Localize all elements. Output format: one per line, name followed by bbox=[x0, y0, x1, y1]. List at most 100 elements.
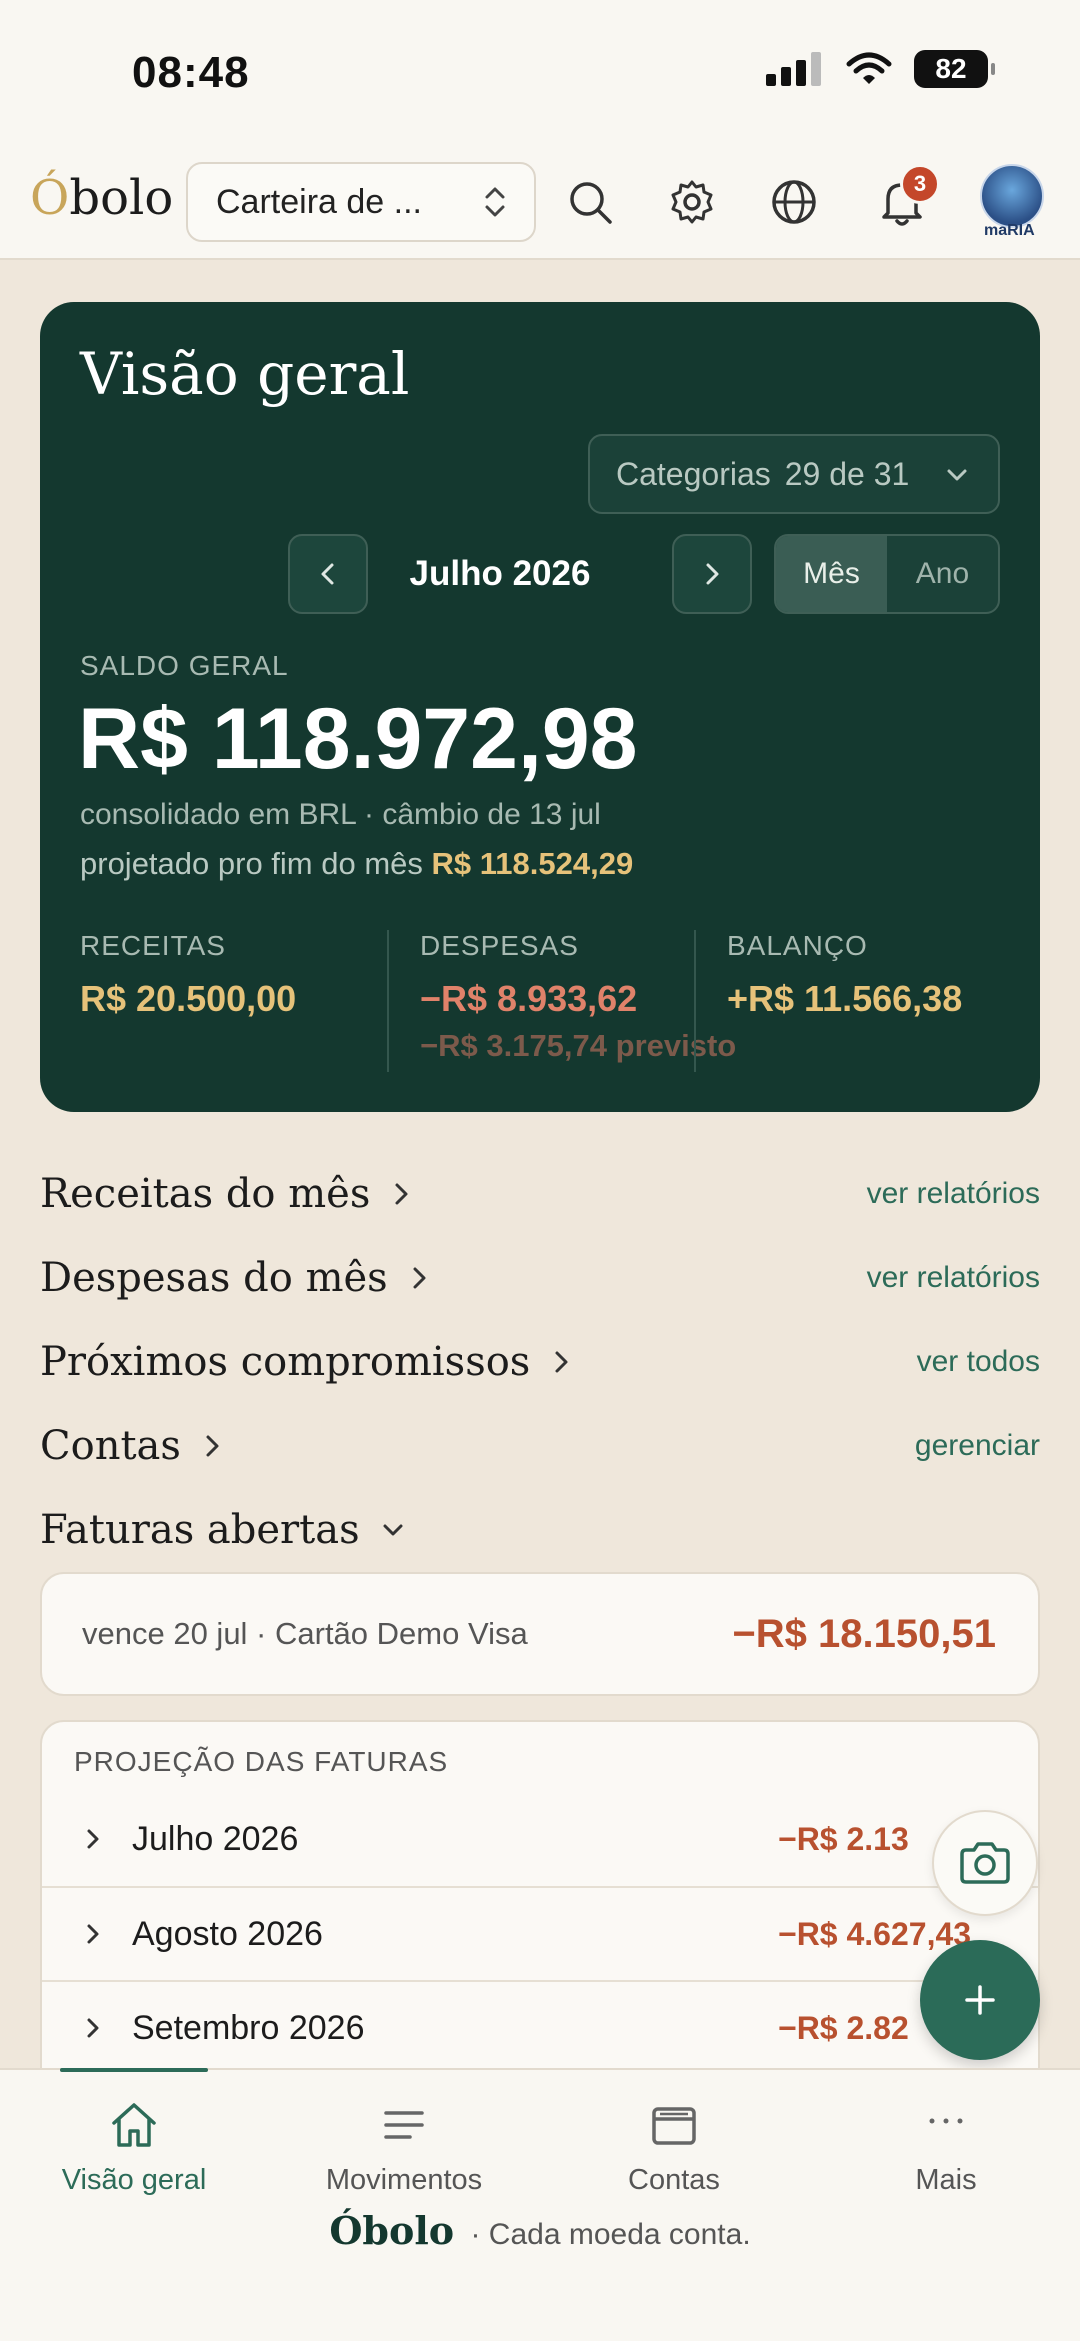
projection-value: −R$ 2.82 bbox=[778, 2009, 909, 2046]
faturas-section-title: Faturas abertas bbox=[40, 1507, 360, 1553]
globe-icon bbox=[772, 180, 816, 224]
chevron-right-icon bbox=[413, 1267, 426, 1289]
faturas-section-header[interactable]: Faturas abertas bbox=[40, 1500, 1040, 1560]
projection-month: Setembro 2026 bbox=[132, 2008, 365, 2047]
balanco-value: +R$ 11.566,38 bbox=[727, 978, 963, 1019]
contas-manage-link[interactable]: gerenciar bbox=[915, 1429, 1040, 1463]
projection-row[interactable]: Julho 2026 −R$ 2.13 bbox=[42, 1792, 1038, 1886]
notification-badge: 3 bbox=[900, 164, 940, 204]
wallet-selector-label: Carteira de ... bbox=[216, 182, 422, 221]
signal-icon bbox=[766, 52, 821, 86]
period-year-option[interactable]: Ano bbox=[887, 536, 998, 612]
chevron-right-icon bbox=[395, 1183, 408, 1205]
despesas-reports-link[interactable]: ver relatórios bbox=[867, 1261, 1040, 1295]
projected-note: projetado pro fim do mês R$ 118.524,29 bbox=[80, 846, 633, 882]
period-month-option[interactable]: Mês bbox=[776, 536, 887, 612]
receitas-reports-link[interactable]: ver relatórios bbox=[867, 1177, 1040, 1211]
projection-row[interactable]: Agosto 2026 −R$ 4.627,43 bbox=[42, 1886, 1038, 1980]
tab-label: Contas bbox=[628, 2164, 720, 2196]
tab-mais[interactable]: Mais bbox=[826, 2090, 1066, 2197]
wallet-selector[interactable]: Carteira de ... bbox=[186, 162, 536, 242]
footer-brand: Óbolo bbox=[329, 2208, 455, 2253]
plus-icon bbox=[965, 1985, 995, 2015]
tab-contas[interactable]: Contas bbox=[554, 2090, 794, 2197]
wallet-icon bbox=[652, 2107, 696, 2145]
period-toggle: Mês Ano bbox=[774, 534, 1000, 614]
battery-indicator: 82 bbox=[914, 50, 995, 88]
overview-card: Visão geral Categorias 29 de 31 Julho 20… bbox=[40, 302, 1040, 1112]
compromissos-section-title: Próximos compromissos bbox=[40, 1339, 531, 1385]
contas-section-header[interactable]: Contas gerenciar bbox=[40, 1416, 1040, 1476]
home-icon bbox=[112, 2103, 156, 2147]
projection-month: Julho 2026 bbox=[132, 1819, 299, 1858]
add-transaction-button[interactable] bbox=[920, 1940, 1040, 2060]
app-logo[interactable]: Óbolo bbox=[30, 170, 173, 226]
categories-label: Categorias bbox=[616, 455, 771, 492]
overview-title: Visão geral bbox=[80, 340, 410, 408]
projection-row[interactable]: Setembro 2026 −R$ 2.82 bbox=[42, 1980, 1038, 2074]
despesas-label: DESPESAS bbox=[420, 930, 579, 961]
saldo-value: R$ 118.972,98 bbox=[78, 691, 638, 787]
summary-divider bbox=[387, 930, 389, 1072]
bottom-navigation: Visão geral Movimentos Contas Mais bbox=[0, 2068, 1080, 2341]
consolidated-note: consolidado em BRL · câmbio de 13 jul bbox=[80, 798, 601, 831]
despesas-summary: DESPESAS −R$ 8.933,62 −R$ 3.175,74 previ… bbox=[420, 930, 736, 1064]
invoice-description: vence 20 jul · Cartão Demo Visa bbox=[82, 1616, 528, 1651]
invoice-projection-panel: PROJEÇÃO DAS FATURAS Julho 2026 −R$ 2.13… bbox=[40, 1720, 1040, 2080]
footer-text: · Cada moeda conta. bbox=[470, 2218, 751, 2251]
status-icons: 82 bbox=[766, 50, 995, 88]
chevron-right-icon bbox=[555, 1351, 568, 1373]
search-icon bbox=[570, 182, 612, 224]
tab-visao-geral[interactable]: Visão geral bbox=[14, 2090, 254, 2197]
receitas-section-title: Receitas do mês bbox=[40, 1171, 371, 1217]
tab-label: Mais bbox=[915, 2164, 977, 2196]
receitas-label: RECEITAS bbox=[80, 930, 226, 961]
tab-label: Movimentos bbox=[325, 2164, 483, 2196]
despesas-section-title: Despesas do mês bbox=[40, 1255, 388, 1301]
open-invoice-card[interactable]: vence 20 jul · Cartão Demo Visa −R$ 18.1… bbox=[40, 1572, 1040, 1696]
active-tab-indicator bbox=[60, 2068, 208, 2072]
wifi-icon bbox=[846, 52, 892, 84]
current-month: Julho 2026 bbox=[409, 554, 591, 593]
logo-initial: Ó bbox=[30, 170, 70, 226]
chevron-down-icon bbox=[947, 469, 967, 481]
invoice-amount: −R$ 18.150,51 bbox=[732, 1611, 996, 1656]
contas-section-title: Contas bbox=[40, 1423, 181, 1469]
projection-month: Agosto 2026 bbox=[132, 1914, 323, 1953]
projected-value: R$ 118.524,29 bbox=[431, 846, 634, 881]
balanco-label: BALANÇO bbox=[727, 930, 868, 961]
categories-filter-button[interactable]: Categorias 29 de 31 bbox=[588, 434, 1000, 514]
tab-label: Visão geral bbox=[61, 2164, 207, 2196]
app-header: Óbolo Carteira de ... 3 maRIA bbox=[0, 150, 1080, 260]
receitas-value: R$ 20.500,00 bbox=[80, 978, 297, 1019]
saldo-label: SALDO GERAL bbox=[80, 650, 289, 681]
chevron-right-icon bbox=[206, 1435, 219, 1457]
despesas-value: −R$ 8.933,62 bbox=[420, 978, 638, 1019]
compromissos-see-all-link[interactable]: ver todos bbox=[917, 1345, 1040, 1379]
chevron-updown-icon bbox=[485, 187, 505, 217]
search-button[interactable] bbox=[560, 172, 620, 232]
logo-rest: bolo bbox=[69, 170, 174, 226]
more-icon bbox=[929, 2118, 963, 2124]
despesas-section-header[interactable]: Despesas do mês ver relatórios bbox=[40, 1248, 1040, 1308]
status-time: 08:48 bbox=[132, 48, 250, 97]
tab-movimentos[interactable]: Movimentos bbox=[284, 2090, 524, 2197]
scan-receipt-button[interactable] bbox=[932, 1810, 1038, 1916]
language-button[interactable] bbox=[764, 172, 824, 232]
chevron-right-icon bbox=[87, 1924, 99, 1944]
avatar[interactable] bbox=[980, 164, 1044, 228]
camera-icon bbox=[960, 1842, 1010, 1884]
previous-month-button[interactable] bbox=[288, 534, 368, 614]
compromissos-section-header[interactable]: Próximos compromissos ver todos bbox=[40, 1332, 1040, 1392]
next-month-button[interactable] bbox=[672, 534, 752, 614]
projection-value: −R$ 4.627,43 bbox=[778, 1915, 972, 1952]
status-bar: 08:48 82 bbox=[0, 0, 1080, 150]
settings-button[interactable] bbox=[662, 172, 722, 232]
avatar-label: maRIA bbox=[984, 222, 1035, 239]
summary-divider bbox=[694, 930, 696, 1072]
receitas-section-header[interactable]: Receitas do mês ver relatórios bbox=[40, 1164, 1040, 1224]
chevron-down-icon bbox=[383, 1524, 403, 1536]
footer-tagline: Óbolo · Cada moeda conta. bbox=[0, 2208, 1080, 2253]
chevron-right-icon bbox=[706, 563, 719, 585]
projection-label: PROJEÇÃO DAS FATURAS bbox=[74, 1746, 449, 1777]
